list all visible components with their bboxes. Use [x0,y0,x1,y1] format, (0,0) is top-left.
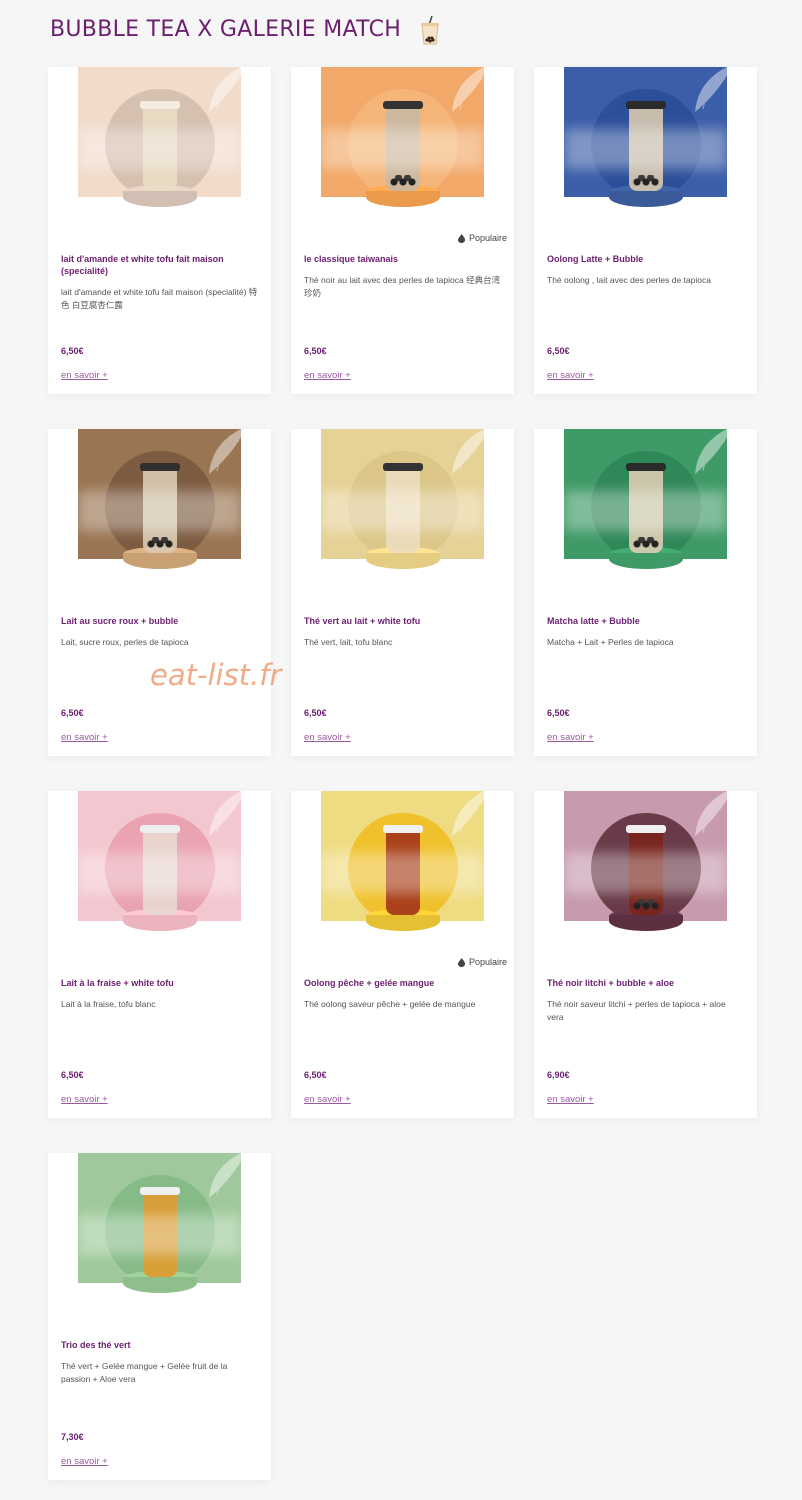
product-price: 6,50€ [547,708,570,718]
product-description: Matcha + Lait + Perles de tapioca [547,637,674,647]
product-name: Thé vert au lait + white tofu [304,616,421,626]
popular-badge: Populaire [457,957,507,967]
leaf-decoration-icon [695,67,727,112]
leaf-decoration-icon [209,67,241,112]
watermark: eat-list.fr [150,658,282,692]
learn-more-link[interactable]: en savoir + [547,1094,594,1105]
product-photo [78,1153,241,1316]
menu-item-card[interactable]: Trio des thé vert Thé vert + Gelée mangu… [48,1153,271,1480]
product-description: Lait à la fraise, tofu blanc [61,999,156,1009]
learn-more-link[interactable]: en savoir + [547,732,594,743]
product-price: 6,50€ [61,1070,84,1080]
product-price: 6,50€ [61,346,84,356]
menu-item-card[interactable]: Matcha latte + Bubble Matcha + Lait + Pe… [534,429,757,756]
product-description: Thé noir saveur litchi + perles de tapio… [547,999,726,1022]
menu-item-card[interactable]: Thé noir litchi + bubble + aloe Thé noir… [534,791,757,1118]
leaf-decoration-icon [695,429,727,474]
leaf-decoration-icon [209,791,241,836]
leaf-decoration-icon [452,67,484,112]
leaf-decoration-icon [452,791,484,836]
product-photo [321,67,484,230]
learn-more-link[interactable]: en savoir + [61,732,108,743]
menu-item-card[interactable]: lait d'amande et white tofu fait maison … [48,67,271,394]
product-price: 6,50€ [304,1070,327,1080]
menu-grid: lait d'amande et white tofu fait maison … [48,67,757,1480]
product-description: Thé noir au lait avec des perles de tapi… [304,275,501,298]
product-price: 6,50€ [547,346,570,356]
leaf-decoration-icon [209,429,241,474]
menu-item-card[interactable]: Lait à la fraise + white tofu Lait à la … [48,791,271,1118]
learn-more-link[interactable]: en savoir + [304,370,351,381]
leaf-decoration-icon [452,429,484,474]
product-name: Lait au sucre roux + bubble [61,616,179,626]
product-photo [78,67,241,230]
product-photo [564,791,727,954]
menu-item-card[interactable]: Thé vert au lait + white tofu Thé vert, … [291,429,514,756]
product-photo [321,429,484,592]
product-photo [78,791,241,954]
product-photo [564,67,727,230]
page-header: BUBBLE TEA X GALERIE MATCH [50,14,441,45]
product-price: 6,50€ [304,346,327,356]
learn-more-link[interactable]: en savoir + [304,1094,351,1105]
product-name: Trio des thé vert [61,1340,131,1350]
product-name: le classique taiwanais [304,254,399,264]
product-description: Thé vert + Gelée mangue + Gelée fruit de… [61,1361,228,1384]
product-photo [321,791,484,954]
learn-more-link[interactable]: en savoir + [61,1456,108,1467]
product-name: lait d'amande et white tofu fait maison … [61,254,224,276]
badge-label: Populaire [468,957,507,967]
product-price: 6,90€ [547,1070,570,1080]
product-name: Oolong Latte + Bubble [547,254,644,264]
product-description: Lait, sucre roux, perles de tapioca [61,637,189,647]
menu-item-card[interactable]: Populaire le classique taiwanais Thé noi… [291,67,514,394]
learn-more-link[interactable]: en savoir + [304,732,351,743]
menu-item-card[interactable]: Oolong Latte + Bubble Thé oolong , lait … [534,67,757,394]
badge-label: Populaire [468,233,507,243]
product-price: 6,50€ [304,708,327,718]
product-photo [78,429,241,592]
fire-icon [457,233,465,243]
product-photo [564,429,727,592]
product-name: Matcha latte + Bubble [547,616,640,626]
fire-icon [457,957,465,967]
product-name: Lait à la fraise + white tofu [61,978,174,988]
product-name: Oolong pêche + gelée mangue [304,978,435,988]
page-title: BUBBLE TEA X GALERIE MATCH [50,16,402,42]
product-description: Thé vert, lait, tofu blanc [304,637,393,647]
bubble-tea-cup-icon [421,16,440,45]
menu-item-card[interactable]: Populaire Oolong pêche + gelée mangue Th… [291,791,514,1118]
product-description: Thé oolong , lait avec des perles de tap… [547,275,711,285]
learn-more-link[interactable]: en savoir + [61,1094,108,1105]
learn-more-link[interactable]: en savoir + [61,370,108,381]
product-price: 7,30€ [61,1432,84,1442]
leaf-decoration-icon [209,1153,241,1198]
leaf-decoration-icon [695,791,727,836]
product-name: Thé noir litchi + bubble + aloe [547,978,675,988]
product-description: Thé oolong saveur pêche + gelée de mangu… [304,999,476,1009]
product-price: 6,50€ [61,708,84,718]
popular-badge: Populaire [457,233,507,243]
product-description: lait d'amande et white tofu fait maison … [61,287,258,310]
menu-item-card[interactable]: Lait au sucre roux + bubble Lait, sucre … [48,429,271,756]
learn-more-link[interactable]: en savoir + [547,370,594,381]
